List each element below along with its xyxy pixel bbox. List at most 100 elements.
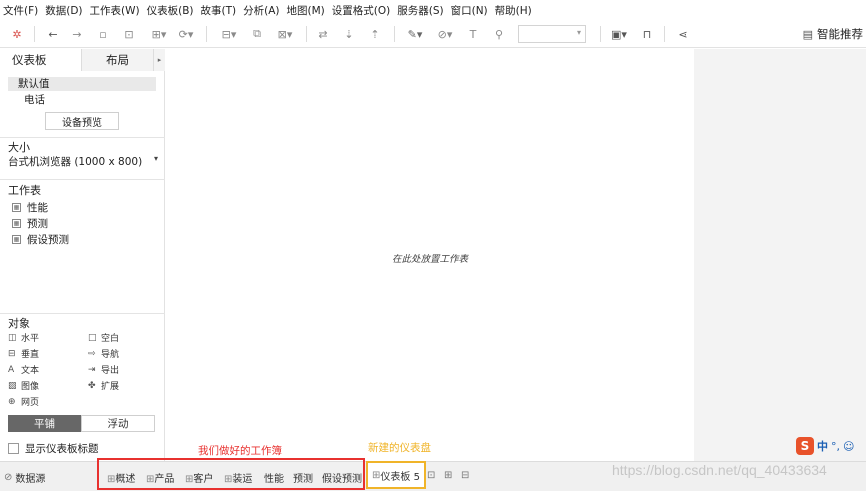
labels-icon[interactable]: T xyxy=(464,20,482,48)
sheet-tab[interactable]: 性能 xyxy=(264,470,284,485)
floating-toggle[interactable]: 浮动 xyxy=(81,415,155,432)
annotation-workbook-label: 我们做好的工作簿 xyxy=(198,445,282,457)
left-panel: 仪表板 布局 ▸ 默认值 电话 设备预览 大小 台式机浏览器 (1000 x 8… xyxy=(0,49,165,461)
export-icon: ⇥ xyxy=(88,364,96,375)
object-webpage[interactable]: ⊕ 网页 xyxy=(8,395,39,409)
sheet-tab[interactable]: 假设预测 xyxy=(322,470,362,485)
watermark: https://blog.csdn.net/qq_40433634 xyxy=(612,462,827,478)
sheet-icon: ▦ xyxy=(12,219,21,228)
menu-bar: 文件(F) 数据(D) 工作表(W) 仪表板(B) 故事(T) 分析(A) 地图… xyxy=(0,0,866,20)
refresh-icon[interactable]: ⟳▾ xyxy=(174,20,198,48)
worksheet-label: 预测 xyxy=(27,218,48,230)
object-export[interactable]: ⇥ 导出 xyxy=(88,363,119,377)
smart-recommend-button[interactable]: ▤ 智能推荐 xyxy=(803,20,863,48)
canvas-margin xyxy=(694,49,866,461)
worksheet-item[interactable]: ▦ 假设预测 xyxy=(12,232,69,247)
clear-icon[interactable]: ⊠▾ xyxy=(272,20,298,48)
tiled-toggle[interactable]: 平铺 xyxy=(8,415,81,432)
worksheet-item[interactable]: ▦ 预测 xyxy=(12,216,48,231)
menu-help[interactable]: 帮助(H) xyxy=(495,3,532,18)
new-dashboard-icon[interactable]: ⊞ xyxy=(444,470,452,481)
panel-tabs: 仪表板 布局 ▸ xyxy=(0,49,165,71)
save-icon[interactable]: ▫ xyxy=(94,20,112,48)
new-datasource-icon[interactable]: ⊡ xyxy=(120,20,138,48)
chevron-down-icon: ▾ xyxy=(153,154,158,163)
sheet-tab[interactable]: ⊞装运 xyxy=(224,470,252,485)
ime-emoji-icon: ☺ xyxy=(843,439,855,453)
object-extension[interactable]: ✤ 扩展 xyxy=(88,379,119,393)
size-heading: 大小 xyxy=(8,141,30,154)
dashboard-canvas[interactable]: 在此处放置工作表 xyxy=(166,49,694,461)
sheet-tab[interactable]: ⊞客户 xyxy=(185,470,213,485)
sheet-tab[interactable]: ⊞产品 xyxy=(146,470,174,485)
tableau-logo-icon[interactable]: ✲ xyxy=(8,20,26,48)
duplicate-icon[interactable]: ⧉ xyxy=(248,20,266,48)
object-horizontal[interactable]: ◫ 水平 xyxy=(8,331,39,345)
new-worksheet-icon[interactable]: ⊡ xyxy=(427,470,435,481)
ime-indicator[interactable]: S 中 °, ☺ xyxy=(796,437,854,455)
forward-icon[interactable]: → xyxy=(68,20,86,48)
object-image[interactable]: ▨ 图像 xyxy=(8,379,39,393)
object-navigation[interactable]: ⇨ 导航 xyxy=(88,347,119,361)
sheet-tab[interactable]: ⊞概述 xyxy=(107,470,135,485)
show-cards-icon[interactable]: ▣▾ xyxy=(606,20,632,48)
menu-story[interactable]: 故事(T) xyxy=(201,3,237,18)
datasource-tab[interactable]: ⊘ 数据源 xyxy=(4,470,45,485)
sort-desc-icon[interactable]: ⇡ xyxy=(366,20,384,48)
annotation-new-dashboard-label: 新建的仪表盘 xyxy=(368,442,431,454)
show-title-checkbox[interactable]: 显示仪表板标题 xyxy=(8,441,99,456)
menu-dashboard[interactable]: 仪表板(B) xyxy=(147,3,194,18)
ime-mode: 中 xyxy=(817,440,828,453)
blank-icon: □ xyxy=(88,332,97,343)
objects-heading: 对象 xyxy=(8,317,30,330)
tab-layout[interactable]: 布局 xyxy=(82,49,154,71)
new-story-icon[interactable]: ⊟ xyxy=(461,470,469,481)
drop-placeholder: 在此处放置工作表 xyxy=(391,254,468,265)
pin-icon[interactable]: ⚲ xyxy=(490,20,508,48)
smart-recommend-label: 智能推荐 xyxy=(817,27,863,41)
highlight-icon[interactable]: ✎▾ xyxy=(402,20,428,48)
size-value: 台式机浏览器 (1000 x 800) xyxy=(8,156,143,168)
show-title-label: 显示仪表板标题 xyxy=(25,443,99,455)
size-select[interactable]: 台式机浏览器 (1000 x 800) ▾ xyxy=(8,154,158,168)
group-icon[interactable]: ⊘▾ xyxy=(432,20,458,48)
datasource-icon: ⊘ xyxy=(4,472,13,483)
run-update-icon[interactable]: ⊟▾ xyxy=(216,20,242,48)
swap-icon[interactable]: ⇄ xyxy=(314,20,332,48)
worksheets-heading: 工作表 xyxy=(8,184,41,197)
tab-dashboard[interactable]: 仪表板 xyxy=(0,49,82,71)
sort-asc-icon[interactable]: ⇣ xyxy=(340,20,358,48)
menu-worksheet[interactable]: 工作表(W) xyxy=(90,3,140,18)
new-sheet-icon[interactable]: ⊞▾ xyxy=(146,20,172,48)
datasource-label: 数据源 xyxy=(15,474,46,485)
device-phone[interactable]: 电话 xyxy=(24,92,45,107)
sheet-tab[interactable]: 预测 xyxy=(293,470,313,485)
menu-window[interactable]: 窗口(N) xyxy=(451,3,488,18)
back-icon[interactable]: ← xyxy=(44,20,62,48)
menu-map[interactable]: 地图(M) xyxy=(287,3,325,18)
ime-punct: °, xyxy=(831,439,840,453)
menu-file[interactable]: 文件(F) xyxy=(3,3,38,18)
sheet-tab-active[interactable]: ⊞ 仪表板 5 xyxy=(366,461,426,489)
worksheet-label: 假设预测 xyxy=(27,234,69,246)
menu-analysis[interactable]: 分析(A) xyxy=(243,3,279,18)
object-vertical[interactable]: ⊟ 垂直 xyxy=(8,347,39,361)
menu-format[interactable]: 设置格式(O) xyxy=(332,3,390,18)
presentation-icon[interactable]: ⊓ xyxy=(638,20,656,48)
menu-server[interactable]: 服务器(S) xyxy=(397,3,443,18)
device-default[interactable]: 默认值 xyxy=(8,77,156,91)
panel-arrow-icon[interactable]: ▸ xyxy=(154,49,165,71)
vertical-icon: ⊟ xyxy=(8,348,16,359)
navigation-icon: ⇨ xyxy=(88,348,96,359)
sheet-icon: ▦ xyxy=(12,203,21,212)
worksheet-label: 性能 xyxy=(27,202,48,214)
horizontal-icon: ◫ xyxy=(8,332,17,343)
menu-data[interactable]: 数据(D) xyxy=(45,3,82,18)
fit-select[interactable]: ▾ xyxy=(518,25,586,43)
share-icon[interactable]: ⋖ xyxy=(674,20,692,48)
worksheet-item[interactable]: ▦ 性能 xyxy=(12,200,48,215)
device-preview-button[interactable]: 设备预览 xyxy=(45,112,119,130)
object-blank[interactable]: □ 空白 xyxy=(88,331,119,345)
object-text[interactable]: A 文本 xyxy=(8,363,39,377)
image-icon: ▨ xyxy=(8,380,17,391)
